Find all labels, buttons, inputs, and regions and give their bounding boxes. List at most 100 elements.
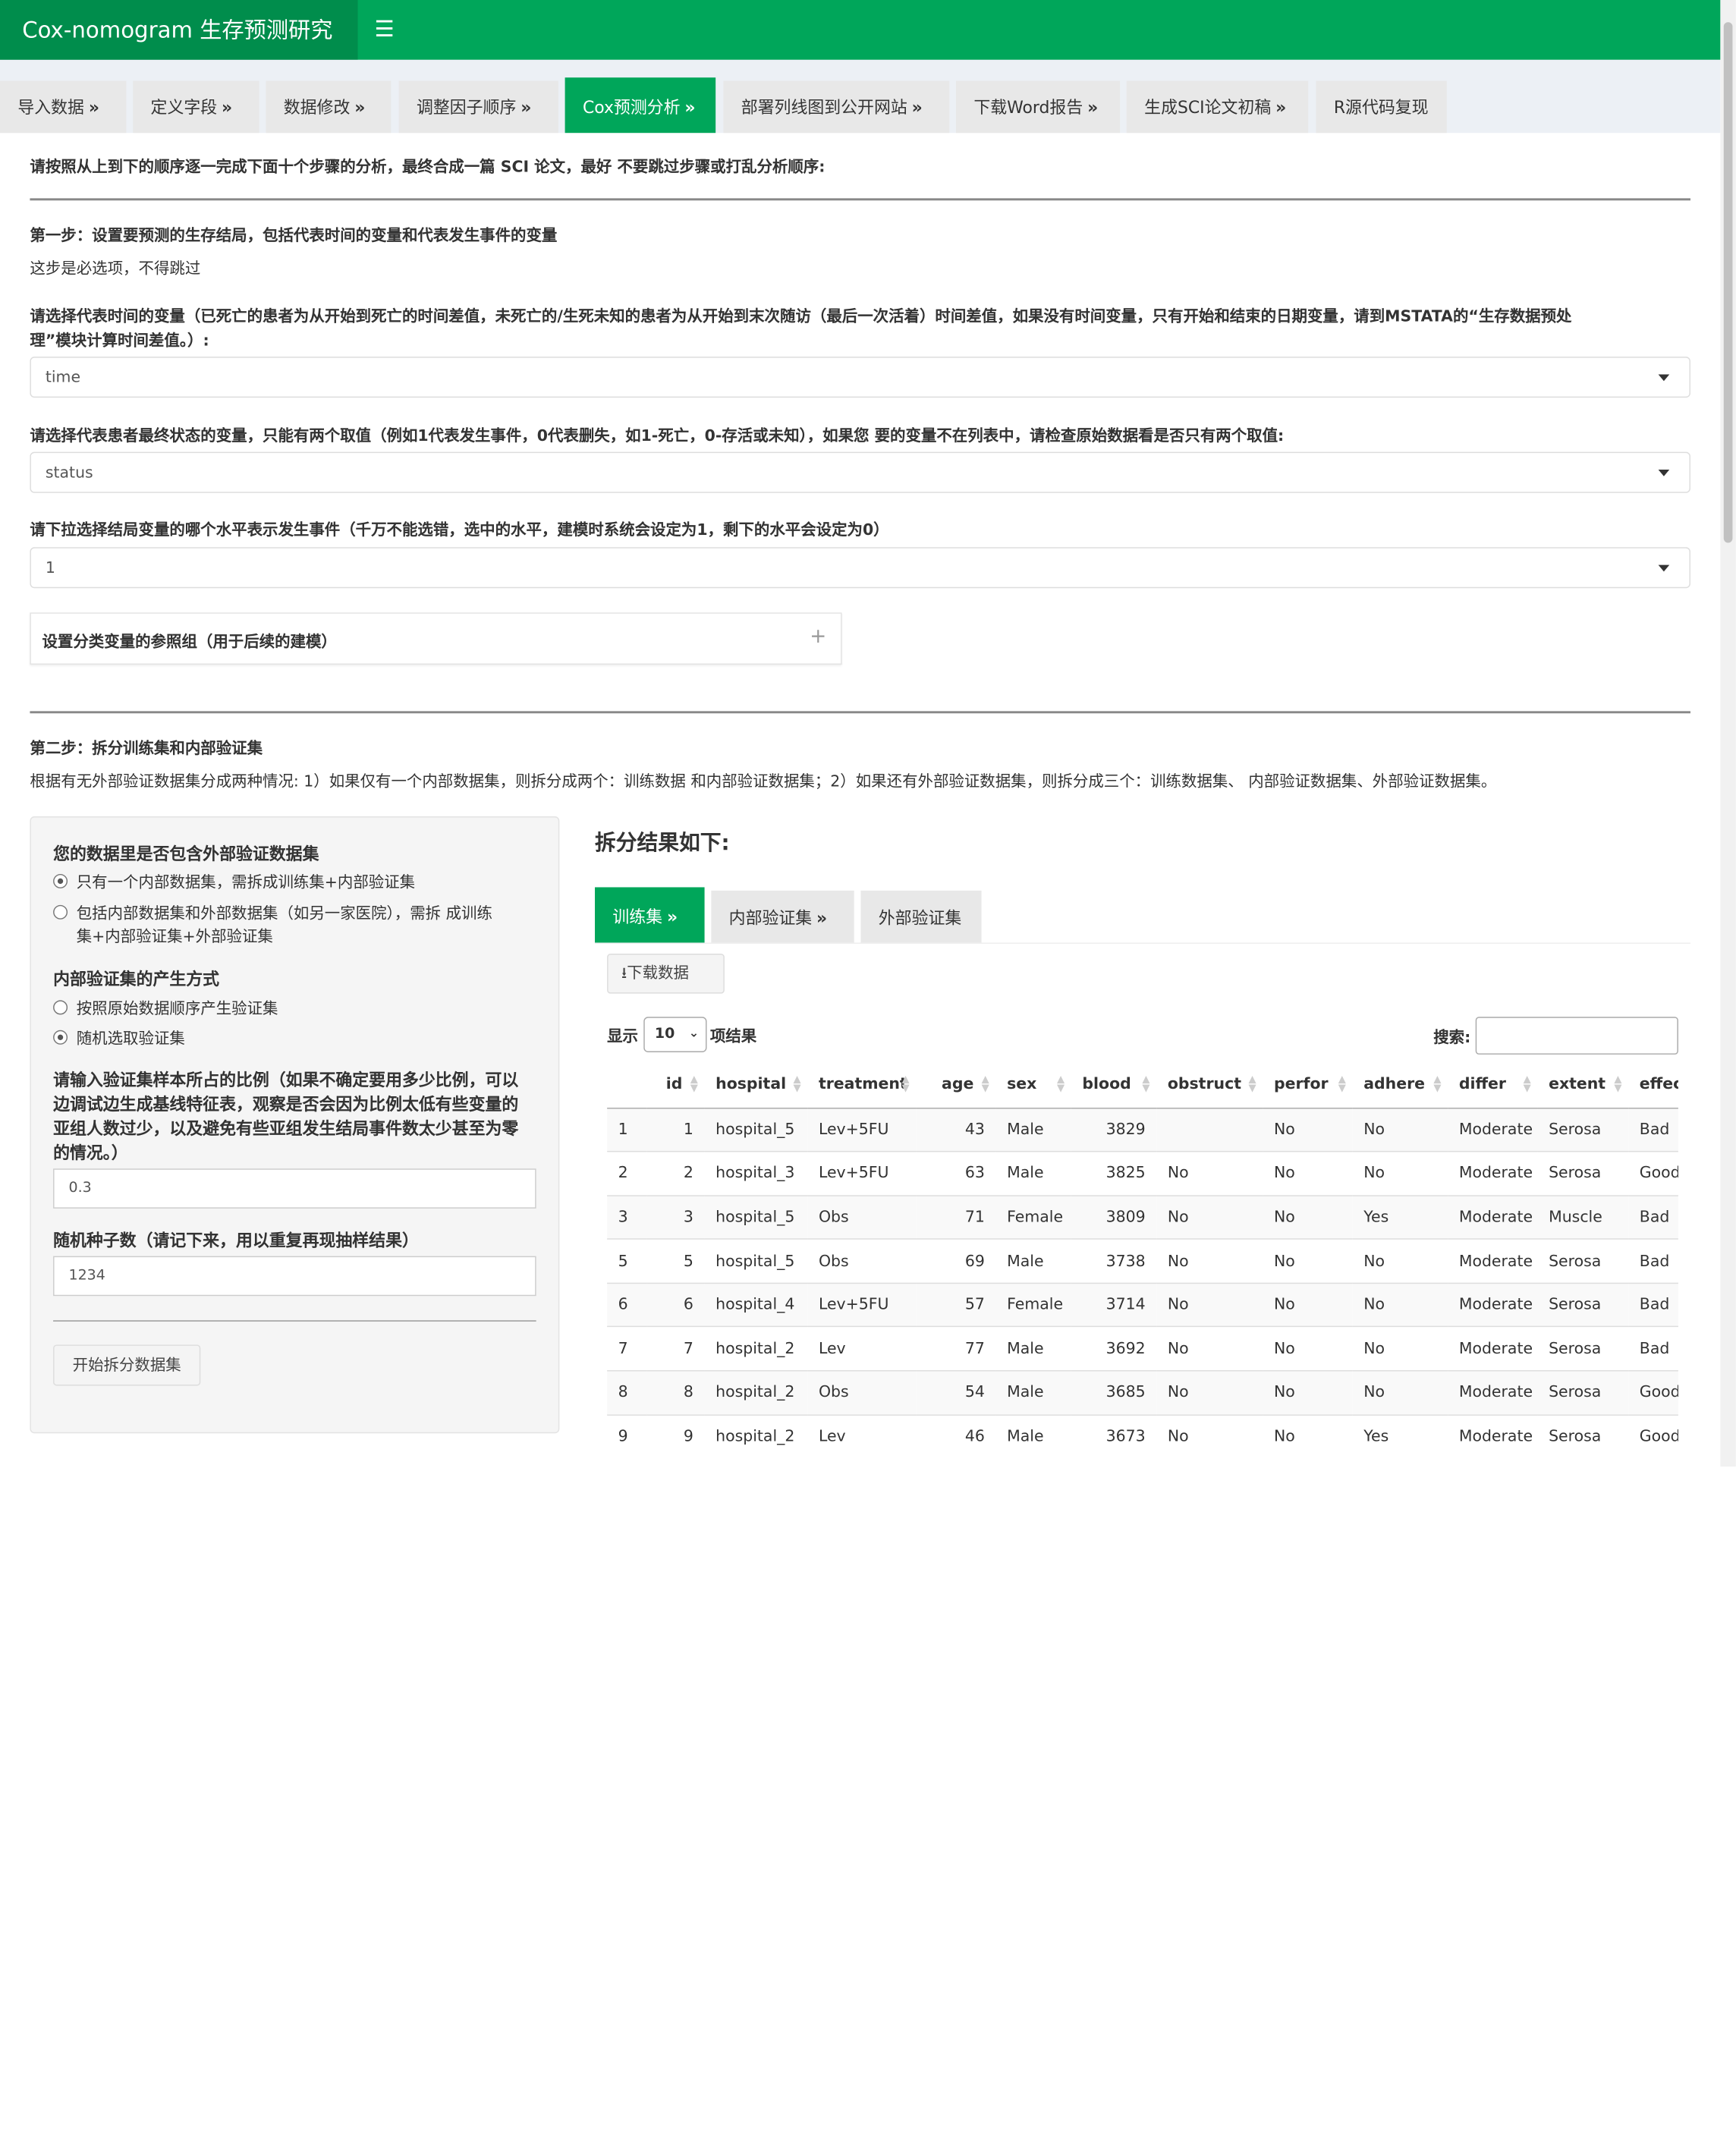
table-cell: Obs [807, 1194, 917, 1240]
tab-sci-draft[interactable]: 生成SCI论文初稿» [1126, 80, 1309, 134]
table-cell: Serosa [1537, 1107, 1629, 1152]
download-label: 下载数据 [627, 964, 689, 983]
tab-r-source[interactable]: R源代码复现 [1316, 80, 1447, 134]
column-header-blood[interactable]: blood ▲ ▼ [1071, 1061, 1157, 1108]
time-var-label-cont: 理”模块计算时间差值。）: [30, 332, 209, 351]
table-cell: 3 [607, 1194, 647, 1240]
time-variable-select[interactable]: time [30, 357, 1690, 398]
radio-random[interactable] [53, 1030, 68, 1045]
table-cell: 6 [607, 1282, 647, 1328]
event-level-label: 请下拉选择结局变量的哪个水平表示发生事件（千万不能选错，选中的水平，建模时系统会… [30, 521, 889, 540]
download-data-button[interactable]: ⭳下载数据 [607, 954, 725, 994]
split-dataset-button[interactable]: 开始拆分数据集 [53, 1344, 201, 1386]
select-value: time [45, 369, 81, 387]
table-cell: hospital_5 [704, 1194, 808, 1240]
column-header-differ[interactable]: differ ▲ ▼ [1448, 1061, 1538, 1108]
chevron-right-icon: » [88, 97, 99, 118]
table-cell: 8 [646, 1370, 705, 1415]
table-row[interactable]: 6 6 hospital_4 Lev+5FU 57 Female 3714 No No No Mod… [607, 1282, 1678, 1328]
table-cell: No [1156, 1413, 1263, 1459]
table-cell: 77 [916, 1326, 996, 1371]
radio-sequential[interactable] [53, 1000, 68, 1015]
column-header-sex[interactable]: sex ▲ ▼ [995, 1061, 1071, 1108]
status-var-label: 请选择代表患者最终状态的变量，只能有两个取值（例如1代表发生事件，0代表删失，如… [30, 427, 1285, 445]
table-row[interactable]: 3 3 hospital_5 Obs 71 Female 3809 No No Yes Modera… [607, 1194, 1678, 1240]
table-row[interactable]: 5 5 hospital_5 Obs 69 Male 3738 No No No Moderate S… [607, 1238, 1678, 1284]
table-cell: Moderate [1448, 1413, 1538, 1459]
table-cell: Moderate [1448, 1282, 1538, 1328]
download-icon: ⭳ [621, 964, 627, 983]
reference-group-panel[interactable]: 设置分类变量的参照组（用于后续的建模） + [30, 612, 842, 665]
subtab-external-validation[interactable]: 外部验证集 [860, 890, 982, 943]
column-header-extent[interactable]: extent ▲ ▼ [1537, 1061, 1629, 1108]
subtab-internal-validation[interactable]: 内部验证集» [711, 890, 854, 943]
column-header-obstruct[interactable]: obstruct ▲ ▼ [1156, 1061, 1263, 1108]
table-cell: Yes [1352, 1194, 1448, 1240]
event-level-select[interactable]: 1 [30, 547, 1690, 589]
table-cell: Female [995, 1194, 1071, 1240]
table-cell: 3829 [1071, 1107, 1157, 1152]
tab-deploy-nomogram[interactable]: 部署列线图到公开网站» [723, 80, 950, 134]
tab-download-word[interactable]: 下载Word报告» [955, 80, 1121, 134]
divider [53, 1320, 536, 1322]
tab-define-fields[interactable]: 定义字段» [133, 80, 259, 134]
tab-data-modify[interactable]: 数据修改» [266, 80, 392, 134]
tab-label: Cox预测分析 [582, 97, 681, 118]
caret-down-icon [1658, 470, 1670, 476]
table-row[interactable]: 8 8 hospital_2 Obs 54 Male 3685 No No No Moderate S… [607, 1370, 1678, 1415]
time-var-label: 请选择代表时间的变量（已死亡的患者为从开始到死亡的时间差值，未死亡的/生死未知的… [30, 307, 1572, 326]
table-cell: Lev+5FU [807, 1282, 917, 1328]
radio-label[interactable]: 包括内部数据集和外部数据集（如另一家医院），需拆 成训练 [77, 901, 492, 923]
column-header-treatment[interactable]: treatment ▲ ▼ [807, 1061, 917, 1108]
table-row[interactable]: 9 9 hospital_2 Lev 46 Male 3673 No No Yes Moderate… [607, 1413, 1678, 1459]
sort-icon: ▲ ▼ [1614, 1074, 1622, 1095]
tab-label: 下载Word报告 [973, 97, 1083, 118]
table-cell: hospital_2 [704, 1326, 808, 1371]
status-variable-select[interactable]: status [30, 451, 1690, 493]
table-row[interactable]: 1 1 hospital_5 Lev+5FU 43 Male 3829 No No Moderat… [607, 1107, 1678, 1152]
tab-factor-order[interactable]: 调整因子顺序» [398, 80, 558, 134]
hamburger-icon[interactable]: ☰ [373, 0, 397, 60]
radio-label[interactable]: 随机选取验证集 [77, 1026, 185, 1048]
table-cell: 1 [646, 1107, 705, 1152]
column-header-hospital[interactable]: hospital ▲ ▼ [704, 1061, 808, 1108]
table-cell: Bad [1628, 1326, 1678, 1371]
radio-label[interactable]: 只有一个内部数据集，需拆成训练集+内部验证集 [77, 871, 415, 893]
tab-import-data[interactable]: 导入数据» [0, 80, 127, 134]
page-length-select[interactable]: 10 ⌄ [643, 1017, 707, 1052]
chevron-right-icon: » [1087, 97, 1099, 118]
table-row[interactable]: 7 7 hospital_2 Lev 77 Male 3692 No No No Moderate S… [607, 1326, 1678, 1371]
ratio-input[interactable]: 0.3 [53, 1168, 536, 1209]
table-cell: No [1263, 1151, 1353, 1196]
table-cell: 3738 [1071, 1238, 1157, 1284]
table-cell: Lev [807, 1326, 917, 1371]
table-cell: 3825 [1071, 1151, 1157, 1196]
column-header-adhere[interactable]: adhere ▲ ▼ [1352, 1061, 1448, 1108]
table-cell: No [1352, 1370, 1448, 1415]
radio-internal-external[interactable] [53, 904, 68, 920]
column-header-effect[interactable]: effec [1628, 1061, 1678, 1108]
column-header-perfor[interactable]: perfor ▲ ▼ [1263, 1061, 1353, 1108]
table-row[interactable]: 2 2 hospital_3 Lev+5FU 63 Male 3825 No No No Moder… [607, 1151, 1678, 1196]
table-cell: 57 [916, 1282, 996, 1328]
radio-internal-only[interactable] [53, 873, 68, 888]
table-cell: No [1352, 1151, 1448, 1196]
column-header-id[interactable]: id ▲ ▼ [646, 1061, 705, 1108]
table-cell: 3685 [1071, 1370, 1157, 1415]
table-cell: Bad [1628, 1238, 1678, 1284]
tab-cox-analysis[interactable]: Cox预测分析» [565, 77, 716, 134]
search-input[interactable] [1475, 1017, 1678, 1055]
column-header-age[interactable]: age ▲ ▼ [916, 1061, 996, 1108]
table-cell: Serosa [1537, 1370, 1629, 1415]
table-cell: Good [1628, 1413, 1678, 1459]
table-cell: 2 [646, 1151, 705, 1196]
scrollbar-thumb[interactable] [1723, 22, 1733, 543]
table-cell: Moderate [1448, 1370, 1538, 1415]
radio-label[interactable]: 按照原始数据顺序产生验证集 [77, 997, 278, 1019]
header-label: sex [1007, 1075, 1037, 1093]
chevron-right-icon: » [816, 908, 828, 929]
subtab-train[interactable]: 训练集» [595, 887, 705, 943]
radio-label-cont[interactable]: 集+内部验证集+外部验证集 [77, 925, 273, 947]
expand-plus-icon[interactable]: + [810, 624, 826, 648]
seed-input[interactable]: 1234 [53, 1256, 536, 1297]
